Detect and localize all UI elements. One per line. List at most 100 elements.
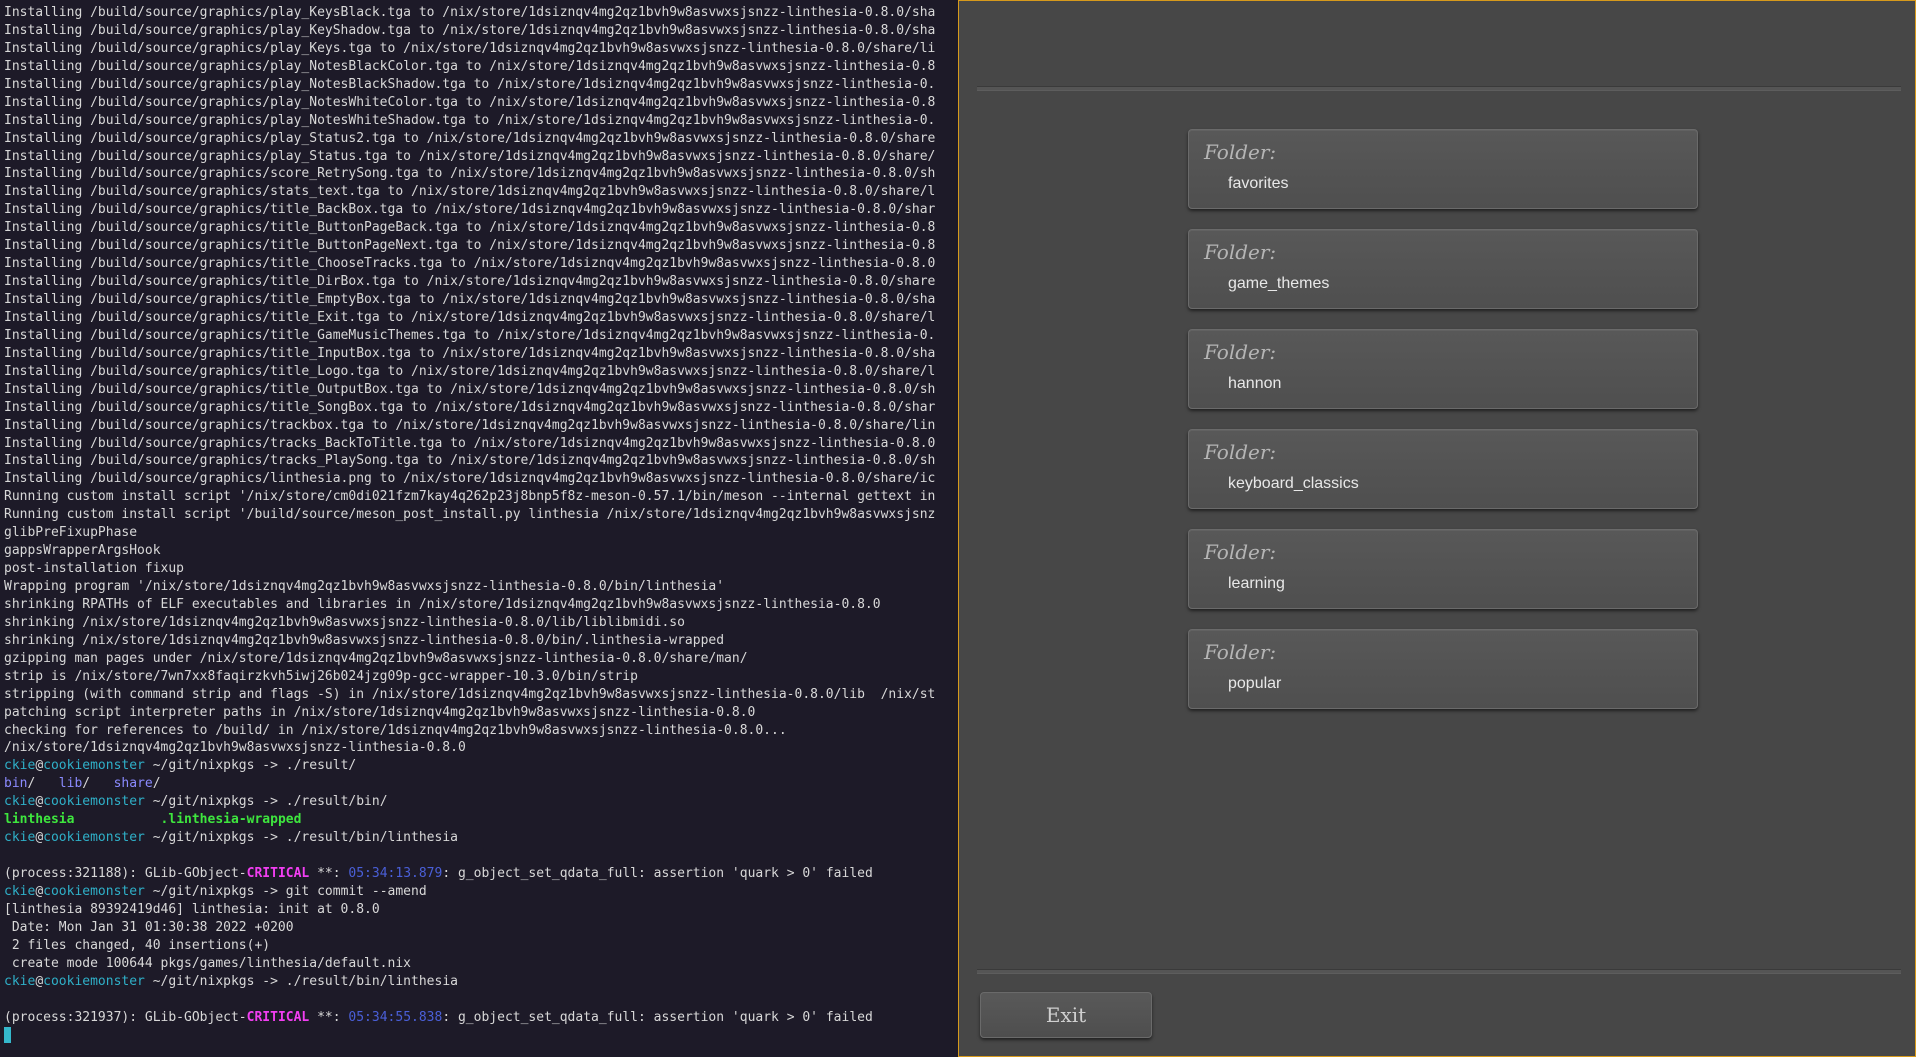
exit-button[interactable]: Exit [980, 992, 1152, 1038]
prompt-host: cookiemonster [43, 830, 145, 846]
terminal-line: Installing /build/source/graphics/play_N… [4, 58, 936, 74]
terminal-line: Installing /build/source/graphics/play_K… [4, 40, 936, 56]
folder-box-favorites[interactable]: Folder: favorites [1188, 129, 1698, 209]
prompt-at: @ [35, 830, 44, 846]
dir-share: share [113, 776, 153, 792]
prompt-user: ckie [4, 758, 36, 774]
terminal-line: Installing /build/source/graphics/tracks… [4, 453, 936, 469]
error-line: (process:321937): GLib-GObject-CRITICAL … [4, 1009, 956, 1027]
folder-box-hannon[interactable]: Folder: hannon [1188, 329, 1698, 409]
terminal-line: strip is /nix/store/7wn7xx8faqirzkvh5iwj… [4, 668, 638, 684]
prompt-command: ./result/ [285, 758, 357, 774]
prompt-host: cookiemonster [43, 758, 145, 774]
terminal-line: Wrapping program '/nix/store/1dsiznqv4mg… [4, 579, 725, 594]
prompt-path: ~/git/nixpkgs -> [144, 830, 286, 846]
terminal-line: checking for references to /build/ in /n… [4, 722, 787, 738]
terminal-line: Installing /build/source/graphics/score_… [4, 166, 936, 182]
terminal-line: shrinking /nix/store/1dsiznqv4mg2qz1bvh9… [4, 614, 685, 630]
error-message: : g_object_set_qdata_full: assertion 'qu… [442, 866, 873, 881]
exec-linthesia-wrapped: .linthesia-wrapped [160, 812, 302, 828]
terminal-line: shrinking /nix/store/1dsiznqv4mg2qz1bvh9… [4, 632, 725, 648]
terminal-line: Installing /build/source/graphics/trackb… [4, 417, 936, 433]
prompt-command: ./result/bin/linthesia [285, 973, 458, 989]
folder-name: popular [1228, 675, 1282, 692]
prompt-line: ckie@cookiemonster ~/git/nixpkgs -> ./re… [4, 973, 956, 991]
terminal-line: Installing /build/source/graphics/title_… [4, 238, 936, 254]
folder-label: Folder: [1204, 240, 1277, 264]
terminal-line: Running custom install script '/build/so… [4, 507, 936, 523]
prompt-path: ~/git/nixpkgs -> [144, 758, 286, 774]
terminal-line: Installing /build/source/graphics/tracks… [4, 435, 936, 451]
prompt-line: ckie@cookiemonster ~/git/nixpkgs -> ./re… [4, 757, 956, 775]
folder-name: hannon [1228, 375, 1282, 392]
error-timestamp: 05:34:13.879 [348, 866, 443, 881]
prompt-user: ckie [4, 794, 36, 810]
folder-name: learning [1228, 575, 1285, 592]
terminal-line: Installing /build/source/graphics/linthe… [4, 471, 936, 487]
commit-output-line: create mode 100644 pkgs/games/linthesia/… [4, 955, 411, 971]
prompt-user: ckie [4, 973, 36, 989]
terminal-line: Installing /build/source/graphics/play_N… [4, 112, 936, 128]
terminal-line: patching script interpreter paths in /ni… [4, 704, 756, 720]
prompt-at: @ [35, 758, 44, 774]
prompt-path: ~/git/nixpkgs -> [144, 883, 286, 899]
folder-label: Folder: [1204, 440, 1277, 464]
ls-sep: / [27, 776, 59, 792]
folder-box-popular[interactable]: Folder: popular [1188, 629, 1698, 709]
terminal-line: gappsWrapperArgsHook [4, 543, 161, 559]
terminal-window[interactable]: Installing /build/source/graphics/play_K… [0, 0, 958, 1057]
prompt-host: cookiemonster [43, 883, 145, 899]
error-timestamp: 05:34:55.838 [348, 1009, 443, 1025]
prompt-line: ckie@cookiemonster ~/git/nixpkgs -> git … [4, 883, 956, 901]
terminal-line: Installing /build/source/graphics/stats_… [4, 184, 936, 200]
terminal-line: stripping (with command strip and flags … [4, 686, 936, 702]
folder-box-keyboard-classics[interactable]: Folder: keyboard_classics [1188, 429, 1698, 509]
prompt-command: ./result/bin/linthesia [285, 830, 458, 846]
terminal-line: Installing /build/source/graphics/play_N… [4, 76, 936, 92]
ls-output: linthesia .linthesia-wrapped [4, 811, 956, 829]
terminal-cursor [4, 1026, 11, 1043]
terminal-line: Installing /build/source/graphics/play_K… [4, 5, 936, 20]
terminal-line: glibPreFixupPhase [4, 525, 138, 541]
terminal-line: post-installation fixup [4, 561, 185, 577]
terminal-line: Installing /build/source/graphics/title_… [4, 381, 936, 397]
folder-box-learning[interactable]: Folder: learning [1188, 529, 1698, 609]
error-level: CRITICAL [246, 866, 310, 881]
ls-gap [74, 812, 160, 827]
terminal-line: gzipping man pages under /nix/store/1dsi… [4, 650, 748, 666]
terminal-line: Installing /build/source/graphics/title_… [4, 345, 936, 361]
exec-linthesia: linthesia [4, 812, 75, 828]
folder-box-game-themes[interactable]: Folder: game_themes [1188, 229, 1698, 309]
prompt-line: ckie@cookiemonster ~/git/nixpkgs -> ./re… [4, 829, 956, 847]
terminal-output: Installing /build/source/graphics/play_K… [4, 4, 956, 1044]
prompt-host: cookiemonster [43, 973, 145, 989]
folder-label: Folder: [1204, 540, 1277, 564]
commit-output-line: [linthesia 89392419d46] linthesia: init … [4, 901, 380, 917]
ls-output: bin/ lib/ share/ [4, 775, 956, 793]
top-divider [977, 86, 1901, 91]
dir-lib: lib [58, 776, 83, 792]
error-message: : g_object_set_qdata_full: assertion 'qu… [442, 1009, 873, 1025]
prompt-user: ckie [4, 830, 36, 846]
prompt-line: ckie@cookiemonster ~/git/nixpkgs -> ./re… [4, 793, 956, 811]
folder-label: Folder: [1204, 340, 1277, 364]
commit-output-line: 2 files changed, 40 insertions(+) [4, 937, 271, 953]
prompt-host: cookiemonster [43, 794, 145, 810]
prompt-at: @ [35, 973, 44, 989]
folder-name: keyboard_classics [1228, 475, 1359, 492]
terminal-line: /nix/store/1dsiznqv4mg2qz1bvh9w8asvwxsjs… [4, 740, 466, 756]
terminal-line: Installing /build/source/graphics/play_S… [4, 148, 936, 164]
terminal-line: Installing /build/source/graphics/title_… [4, 309, 936, 325]
prompt-command: ./result/bin/ [285, 794, 388, 810]
dir-bin: bin [4, 776, 28, 792]
prompt-path: ~/git/nixpkgs -> [144, 794, 286, 810]
error-prefix: (process:321188): GLib-GObject- [4, 866, 247, 881]
error-prefix: (process:321937): GLib-GObject- [4, 1009, 247, 1025]
terminal-line: Installing /build/source/graphics/play_S… [4, 130, 936, 146]
terminal-line: Installing /build/source/graphics/play_N… [4, 94, 936, 110]
folder-label: Folder: [1204, 140, 1277, 164]
error-sep: **: [309, 866, 349, 881]
error-level: CRITICAL [246, 1009, 310, 1025]
